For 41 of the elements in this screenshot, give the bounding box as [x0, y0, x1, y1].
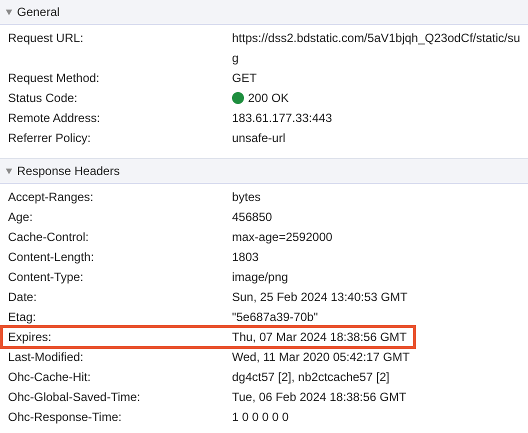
- header-name: Remote Address:: [7, 110, 102, 127]
- section-header[interactable]: Response Headers: [0, 158, 528, 184]
- header-value: Wed, 11 Mar 2020 05:42:17 GMT: [232, 349, 410, 366]
- collapse-triangle-icon[interactable]: [5, 167, 13, 175]
- header-value: Sun, 25 Feb 2024 13:40:53 GMT: [232, 289, 408, 306]
- header-value: g: [232, 50, 239, 67]
- header-name: Expires:: [7, 329, 52, 346]
- header-value: 200 OK: [248, 90, 289, 107]
- header-name: Request Method:: [7, 70, 100, 87]
- header-name: Referrer Policy:: [7, 130, 92, 147]
- header-value: 456850: [232, 209, 272, 226]
- section-title: Response Headers: [17, 164, 120, 178]
- header-name: Last-Modified:: [7, 349, 84, 366]
- header-value: Tue, 06 Feb 2024 18:38:56 GMT: [232, 389, 406, 406]
- header-name: Ohc-Response-Time:: [7, 409, 123, 426]
- header-value: "5e687a39-70b": [232, 309, 318, 326]
- header-value: GET: [232, 70, 257, 87]
- header-value: 1 0 0 0 0 0: [232, 409, 289, 426]
- header-value: 1803: [232, 249, 259, 266]
- header-value: dg4ct57 [2], nb2ctcache57 [2]: [232, 369, 390, 386]
- header-value: https://dss2.bdstatic.com/5aV1bjqh_Q23odCf/static/su: [232, 30, 520, 47]
- header-name: Date:: [7, 289, 38, 306]
- header-name: Content-Type:: [7, 269, 84, 286]
- header-name: Cache-Control:: [7, 229, 90, 246]
- header-name: Accept-Ranges:: [7, 189, 94, 206]
- header-value: image/png: [232, 269, 288, 286]
- header-name: Status Code:: [7, 90, 78, 107]
- header-name: Etag:: [7, 309, 38, 326]
- collapse-triangle-icon[interactable]: [5, 8, 13, 16]
- section-title: General: [17, 5, 60, 19]
- header-value: 183.61.177.33:443: [232, 110, 332, 127]
- header-name: Content-Length:: [7, 249, 96, 266]
- header-value: Thu, 07 Mar 2024 18:38:56 GMT: [232, 329, 407, 346]
- header-value: bytes: [232, 189, 261, 206]
- header-value: unsafe-url: [232, 130, 286, 147]
- header-name: Age:: [7, 209, 34, 226]
- section-header[interactable]: General: [0, 0, 528, 25]
- header-name: Ohc-Cache-Hit:: [7, 369, 92, 386]
- header-name: Request URL:: [7, 30, 84, 47]
- header-name: Ohc-Global-Saved-Time:: [7, 389, 142, 406]
- header-value: max-age=2592000: [232, 229, 332, 246]
